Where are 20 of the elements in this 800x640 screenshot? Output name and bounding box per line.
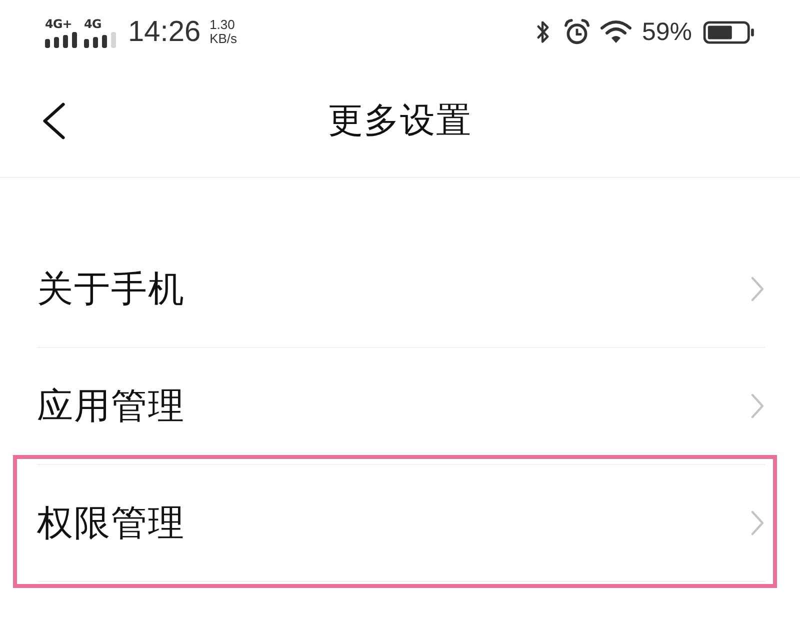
- settings-list-item[interactable]: 权限管理: [37, 465, 765, 582]
- alarm-clock-icon: [564, 19, 590, 45]
- settings-list-item[interactable]: 关于手机: [37, 231, 765, 348]
- wifi-icon: [600, 20, 632, 44]
- chevron-right-icon: [750, 276, 765, 302]
- page-title: 更多设置: [328, 100, 472, 143]
- signal-bars-icon: [84, 32, 118, 48]
- bluetooth-icon: [536, 20, 550, 44]
- battery-icon: [703, 20, 755, 44]
- network-type-label: 4G+: [45, 18, 72, 31]
- signal-bars-icon: [45, 32, 79, 48]
- chevron-right-icon: [750, 393, 765, 419]
- network-type-label: 4G: [84, 18, 102, 31]
- back-chevron-icon: [42, 102, 66, 140]
- clock-time: 14:26: [128, 16, 201, 48]
- chevron-right-icon: [750, 510, 765, 536]
- network-speed-unit: KB/s: [210, 32, 238, 46]
- settings-list-item[interactable]: 应用管理: [37, 348, 765, 465]
- battery-percentage: 59%: [642, 18, 692, 46]
- network-speed-value: 1.30: [210, 18, 236, 32]
